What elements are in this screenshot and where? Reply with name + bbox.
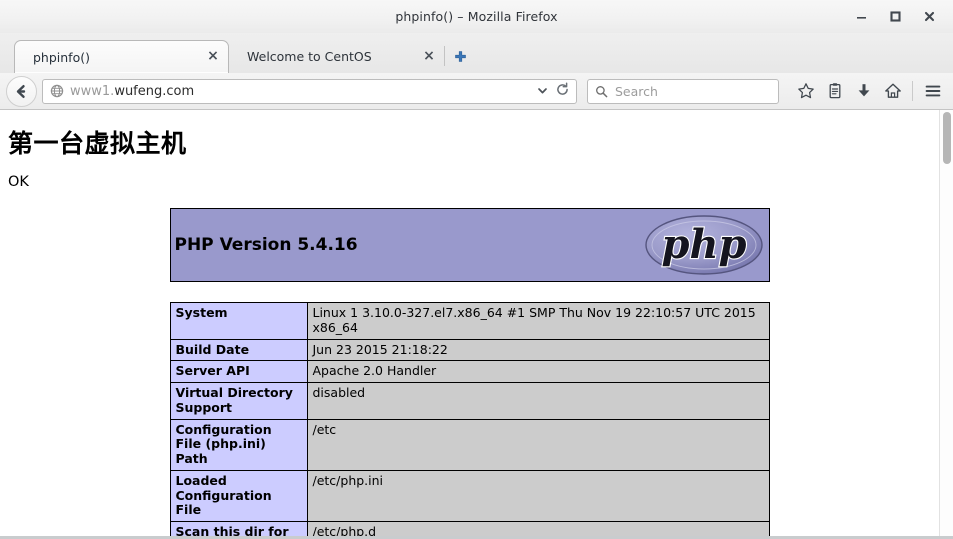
row-value: Jun 23 2015 21:18:22 xyxy=(306,338,770,362)
row-label: Server API xyxy=(169,360,308,383)
toolbar-divider xyxy=(912,81,913,101)
toolbar-icon-group xyxy=(791,77,947,105)
window-titlebar: phpinfo() – Mozilla Firefox xyxy=(0,0,953,33)
row-label: Configuration File (php.ini) Path xyxy=(169,418,308,471)
window-controls xyxy=(845,0,945,33)
search-bar[interactable]: Search xyxy=(587,78,779,104)
library-icon[interactable] xyxy=(820,77,849,105)
php-version-banner: PHP Version 5.4.16 php xyxy=(169,208,770,282)
row-label: Build Date xyxy=(169,338,308,362)
back-button[interactable] xyxy=(6,75,37,107)
phpinfo-block: PHP Version 5.4.16 php System Linux 1 3.… xyxy=(169,208,770,539)
row-label: System xyxy=(169,302,308,340)
php-logo-text: php xyxy=(661,221,746,268)
row-value: disabled xyxy=(306,382,770,420)
tab-close-icon[interactable]: × xyxy=(204,48,222,66)
scrollbar-thumb[interactable] xyxy=(943,112,951,164)
url-bar[interactable]: www1.wufeng.com xyxy=(42,78,577,104)
page-title: 第一台虚拟主机 xyxy=(8,129,187,158)
phpinfo-table: System Linux 1 3.10.0-327.el7.x86_64 #1 … xyxy=(169,302,770,539)
url-input[interactable]: www1.wufeng.com xyxy=(70,84,536,99)
table-row: Configuration File (php.ini) Path /etc xyxy=(169,418,770,471)
minimize-icon[interactable] xyxy=(845,4,877,30)
php-version-label: PHP Version 5.4.16 xyxy=(174,235,358,255)
row-label: Loaded Configuration File xyxy=(169,469,308,523)
tab-strip: phpinfo() × Welcome to CentOS × xyxy=(0,33,953,73)
globe-icon xyxy=(49,83,65,99)
url-bar-actions xyxy=(536,82,572,101)
reload-icon[interactable] xyxy=(555,82,570,101)
search-icon xyxy=(594,84,609,99)
phpinfo-page: 第一台虚拟主机 OK PHP Version 5.4.16 php System… xyxy=(0,110,939,539)
table-row: Build Date Jun 23 2015 21:18:22 xyxy=(169,338,770,362)
menu-icon[interactable] xyxy=(918,77,947,105)
maximize-icon[interactable] xyxy=(879,4,911,30)
tab-phpinfo[interactable]: phpinfo() × xyxy=(14,40,229,73)
url-domain: wufeng.com xyxy=(114,83,195,99)
row-value: Apache 2.0 Handler xyxy=(306,360,770,383)
navigation-toolbar: www1.wufeng.com Search xyxy=(0,73,953,110)
close-icon[interactable] xyxy=(913,4,945,30)
firefox-window: phpinfo() – Mozilla Firefox phpinfo() × … xyxy=(0,0,953,539)
table-row: System Linux 1 3.10.0-327.el7.x86_64 #1 … xyxy=(169,302,770,340)
chevron-down-icon[interactable] xyxy=(536,82,549,101)
row-value: /etc xyxy=(306,418,770,471)
vertical-scrollbar[interactable] xyxy=(939,110,953,539)
table-row: Virtual Directory Support disabled xyxy=(169,382,770,420)
tab-welcome-to-centos[interactable]: Welcome to CentOS × xyxy=(229,40,444,73)
downloads-icon[interactable] xyxy=(849,77,878,105)
url-prefix: www1. xyxy=(70,83,115,99)
php-logo-icon: php xyxy=(644,215,763,275)
tab-label: Welcome to CentOS xyxy=(247,49,372,64)
tab-close-icon[interactable]: × xyxy=(420,48,438,66)
browser-content-area: 第一台虚拟主机 OK PHP Version 5.4.16 php System… xyxy=(0,110,953,539)
window-title: phpinfo() – Mozilla Firefox xyxy=(395,9,558,24)
row-label: Virtual Directory Support xyxy=(169,382,308,420)
phpinfo-table-body: System Linux 1 3.10.0-327.el7.x86_64 #1 … xyxy=(169,302,770,539)
tab-label: phpinfo() xyxy=(33,49,90,65)
bookmark-star-icon[interactable] xyxy=(791,77,820,105)
search-input[interactable]: Search xyxy=(615,84,658,99)
page-status-text: OK xyxy=(8,174,29,190)
table-row: Loaded Configuration File /etc/php.ini xyxy=(169,469,770,523)
home-icon[interactable] xyxy=(878,77,907,105)
row-value: Linux 1 3.10.0-327.el7.x86_64 #1 SMP Thu… xyxy=(306,302,770,340)
new-tab-icon[interactable] xyxy=(445,41,475,73)
row-value: /etc/php.ini xyxy=(306,469,770,523)
table-row: Server API Apache 2.0 Handler xyxy=(169,360,770,383)
